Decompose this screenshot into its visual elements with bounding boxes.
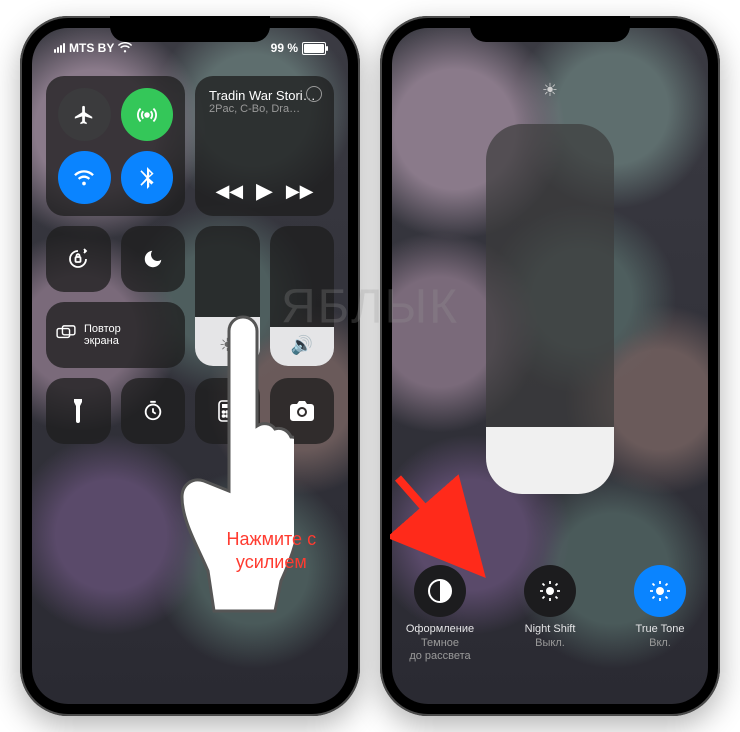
true-tone-button[interactable]: True Tone Вкл.: [617, 565, 703, 664]
carrier-label: MTS BY: [69, 41, 114, 55]
notch: [110, 16, 270, 42]
camera-button[interactable]: [270, 378, 335, 444]
do-not-disturb-button[interactable]: [121, 226, 186, 292]
brightness-slider[interactable]: ☀: [195, 226, 260, 366]
calculator-button[interactable]: [195, 378, 260, 444]
media-subtitle: 2Pac, C-Bo, Dra…: [209, 103, 320, 115]
sun-icon: ☀: [392, 80, 708, 101]
timer-button[interactable]: [121, 378, 186, 444]
mirroring-icon: [56, 325, 76, 346]
true-tone-label: True Tone: [636, 623, 685, 635]
phone-brightness-expanded: ☀ Оформление Темное до рассвета: [380, 16, 720, 716]
signal-icon: [54, 43, 65, 53]
true-tone-sub: Вкл.: [649, 637, 671, 649]
prev-track-button[interactable]: ◀◀: [215, 181, 243, 202]
phone-control-center: MTS BY 99 %: [20, 16, 360, 716]
battery-icon: [302, 42, 326, 55]
connectivity-panel[interactable]: [46, 76, 185, 216]
true-tone-icon: [634, 565, 686, 617]
screen-mirroring-label: Повтор экрана: [84, 323, 121, 347]
dark-mode-button[interactable]: Оформление Темное до рассвета: [397, 565, 483, 664]
volume-slider[interactable]: 🔊: [270, 226, 335, 366]
media-panel[interactable]: Tradin War Stori… 2Pac, C-Bo, Dra… ◀◀ ▶ …: [195, 76, 334, 216]
screen-mirroring-button[interactable]: Повтор экрана: [46, 302, 185, 368]
dark-mode-sub1: Темное: [421, 637, 459, 649]
airplane-toggle[interactable]: [58, 88, 111, 141]
night-shift-button[interactable]: Night Shift Выкл.: [507, 565, 593, 664]
battery-pct: 99 %: [271, 41, 298, 55]
press-hint: Нажмите с усилием: [196, 528, 346, 575]
airplay-icon[interactable]: [306, 86, 322, 102]
dark-mode-icon: [414, 565, 466, 617]
wifi-icon: [118, 41, 132, 56]
rotation-lock-button[interactable]: [46, 226, 111, 292]
speaker-icon: 🔊: [270, 335, 335, 356]
dark-mode-sub2: до рассвета: [409, 650, 470, 662]
brightness-slider-large[interactable]: [486, 124, 614, 494]
dark-mode-label: Оформление: [406, 623, 474, 635]
media-title: Tradin War Stori…: [209, 88, 320, 103]
bluetooth-toggle[interactable]: [121, 151, 174, 204]
next-track-button[interactable]: ▶▶: [286, 181, 314, 202]
notch: [470, 16, 630, 42]
night-shift-sub: Выкл.: [535, 637, 565, 649]
night-shift-label: Night Shift: [525, 623, 576, 635]
sun-icon: ☀: [195, 335, 260, 356]
flashlight-button[interactable]: [46, 378, 111, 444]
wifi-toggle[interactable]: [58, 151, 111, 204]
night-shift-icon: [524, 565, 576, 617]
cellular-toggle[interactable]: [121, 88, 174, 141]
play-button[interactable]: ▶: [256, 178, 273, 204]
